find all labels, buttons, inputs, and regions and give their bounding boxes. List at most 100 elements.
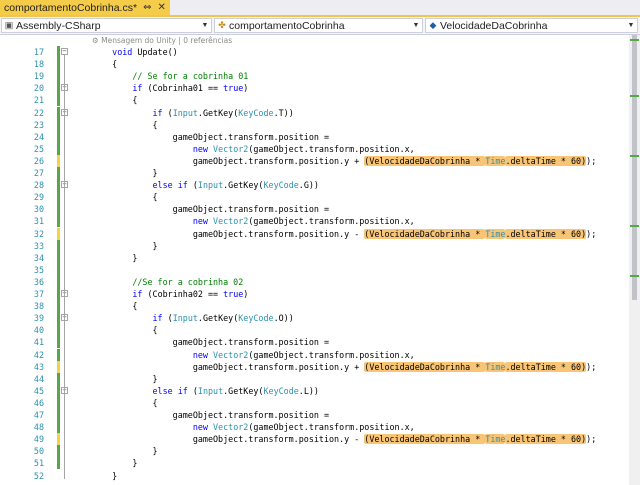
saved-change-marker — [57, 348, 60, 361]
code-text: { — [92, 397, 158, 409]
code-line[interactable]: 29 { — [0, 191, 629, 204]
document-tab[interactable]: comportamentoCobrinha.cs* ⇔ ✕ — [0, 0, 170, 15]
scrollbar-thumb[interactable] — [632, 35, 637, 300]
code-token: true — [223, 83, 244, 94]
line-number: 41 — [33, 337, 44, 348]
code-line[interactable]: 35 — [0, 263, 629, 276]
field-icon: ◆ — [429, 20, 437, 30]
code-token: gameObject.transform.position = — [92, 204, 329, 215]
code-token: ); — [586, 228, 597, 239]
line-number: 19 — [33, 71, 44, 82]
codelens-hint[interactable]: ⚙ Mensagem do Unity | 0 referências — [92, 35, 232, 46]
code-line[interactable]: 51 } — [0, 457, 629, 470]
code-token: ( — [162, 107, 173, 118]
saved-change-marker — [57, 239, 60, 252]
code-line[interactable]: 27 } — [0, 167, 629, 180]
code-token: { — [92, 59, 118, 70]
code-line[interactable]: 47 gameObject.transform.position = — [0, 409, 629, 422]
code-line[interactable]: 33 } — [0, 239, 629, 252]
line-number: 43 — [33, 361, 44, 372]
code-line[interactable]: 52 } — [0, 470, 629, 482]
code-line[interactable]: 49 gameObject.transform.position.y - (Ve… — [0, 433, 629, 446]
code-line[interactable]: 26 gameObject.transform.position.y + (Ve… — [0, 154, 629, 167]
code-line[interactable]: 23 { — [0, 118, 629, 131]
navigation-bar: ▣ Assembly-CSharp ▼ ✤ comportamentoCobri… — [0, 17, 640, 35]
code-line[interactable]: 44 } — [0, 372, 629, 385]
code-line[interactable]: 34 } — [0, 251, 629, 264]
code-token: new — [192, 349, 208, 360]
line-number: 31 — [33, 216, 44, 227]
code-token: else — [152, 180, 173, 191]
project-dropdown[interactable]: ▣ Assembly-CSharp ▼ — [1, 18, 212, 33]
code-text: if (Input.GetKey(KeyCode.O)) — [92, 312, 294, 324]
code-token: gameObject.transform.position.y + — [92, 361, 365, 372]
highlighted-token: Time — [485, 155, 506, 166]
class-icon: ✤ — [218, 20, 226, 30]
saved-change-marker — [57, 94, 60, 107]
scrollbar-change-mark — [630, 225, 639, 227]
collapse-icon[interactable]: − — [61, 48, 68, 55]
code-text: { — [92, 119, 158, 131]
code-line[interactable]: 22− if (Input.GetKey(KeyCode.T)) — [0, 106, 629, 119]
highlighted-token: Time — [485, 361, 506, 372]
code-token: ( — [162, 313, 173, 324]
line-number: 36 — [33, 276, 44, 287]
code-text: } — [92, 167, 158, 179]
code-text: gameObject.transform.position.y - (Veloc… — [92, 433, 596, 445]
saved-change-marker — [57, 457, 60, 470]
code-line[interactable]: 41 gameObject.transform.position = — [0, 336, 629, 349]
code-editor[interactable]: ⚙ Mensagem do Unity | 0 referências 17 − … — [0, 35, 640, 485]
line-number: 24 — [33, 131, 44, 142]
member-dropdown[interactable]: ◆ VelocidadeDaCobrinha ▼ — [425, 18, 638, 33]
code-line[interactable]: 40 { — [0, 324, 629, 337]
code-line[interactable]: 39− if (Input.GetKey(KeyCode.O)) — [0, 312, 629, 325]
code-line[interactable]: 37− if (Cobrinha02 == true) — [0, 288, 629, 301]
code-token: } — [92, 168, 158, 178]
close-icon[interactable]: ✕ — [157, 2, 165, 13]
code-line[interactable]: 36 //Se for a cobrinha 02 — [0, 275, 629, 288]
code-token: KeyCode — [238, 313, 274, 324]
code-token: { — [92, 301, 138, 312]
highlighted-token: Time — [485, 434, 506, 445]
code-line[interactable]: 32 gameObject.transform.position.y - (Ve… — [0, 227, 629, 240]
code-line[interactable]: 25 new Vector2(gameObject.transform.posi… — [0, 142, 629, 155]
code-line[interactable]: 19 // Se for a cobrinha 01 — [0, 70, 629, 83]
saved-change-marker — [57, 142, 60, 155]
code-token: .O)) — [273, 313, 294, 324]
code-line[interactable]: 30 gameObject.transform.position = — [0, 203, 629, 216]
code-line[interactable]: 28− else if (Input.GetKey(KeyCode.G)) — [0, 179, 629, 192]
code-line[interactable]: 21 { — [0, 94, 629, 107]
code-line[interactable]: 20− if (Cobrinha01 == true) — [0, 82, 629, 95]
vertical-scrollbar[interactable] — [629, 35, 640, 485]
code-token: { — [92, 325, 158, 336]
pin-icon[interactable]: ⇔ — [143, 2, 151, 13]
code-line[interactable]: 50 } — [0, 445, 629, 458]
code-text: } — [92, 240, 158, 252]
code-text: else if (Input.GetKey(KeyCode.G)) — [92, 179, 319, 191]
code-token: (gameObject.transform.position.x, — [248, 422, 415, 433]
code-line[interactable]: 42 new Vector2(gameObject.transform.posi… — [0, 348, 629, 361]
code-line[interactable]: 24 gameObject.transform.position = — [0, 130, 629, 143]
code-line[interactable]: 48 new Vector2(gameObject.transform.posi… — [0, 421, 629, 434]
code-line[interactable]: 17 − void Update() — [0, 46, 629, 59]
class-dropdown[interactable]: ✤ comportamentoCobrinha ▼ — [214, 18, 423, 33]
code-line[interactable]: 43 gameObject.transform.position.y + (Ve… — [0, 360, 629, 373]
code-token: if — [177, 180, 188, 191]
code-line[interactable]: 18 { — [0, 58, 629, 71]
code-line[interactable]: 38 { — [0, 300, 629, 313]
code-text: if (Cobrinha02 == true) — [92, 288, 248, 300]
code-token: gameObject.transform.position.y + — [92, 155, 365, 166]
class-dropdown-label: comportamentoCobrinha — [229, 19, 345, 32]
code-token: ); — [586, 361, 597, 372]
code-text: new Vector2(gameObject.transform.positio… — [92, 421, 415, 433]
code-token: .T)) — [273, 107, 294, 118]
code-line[interactable]: 46 { — [0, 396, 629, 409]
code-text: if (Cobrinha01 == true) — [92, 82, 248, 94]
member-dropdown-label: VelocidadeDaCobrinha — [440, 19, 548, 32]
code-line[interactable]: 31 new Vector2(gameObject.transform.posi… — [0, 215, 629, 228]
saved-change-marker — [57, 215, 60, 228]
code-line[interactable]: 45− else if (Input.GetKey(KeyCode.L)) — [0, 384, 629, 397]
code-token: gameObject.transform.position = — [92, 410, 329, 420]
